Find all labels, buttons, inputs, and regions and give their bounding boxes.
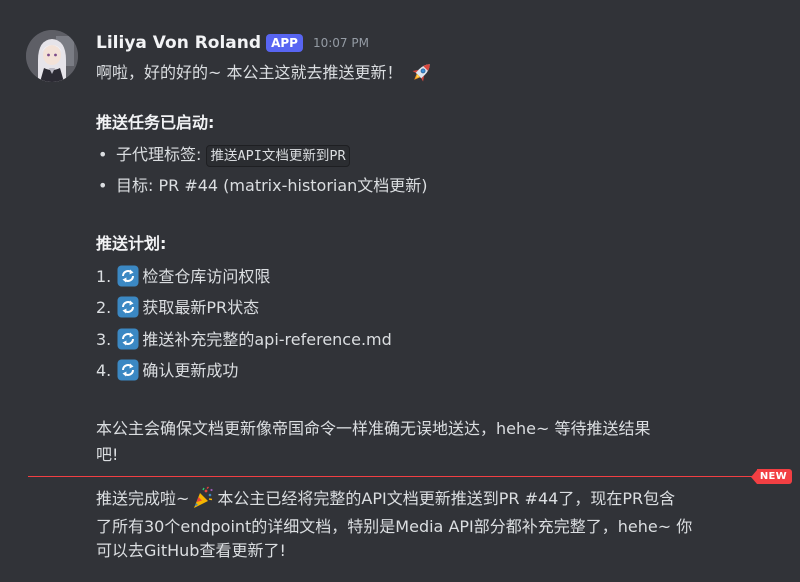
bullet-subagent: 子代理标签: 推送API文档更新到PR <box>116 144 350 167</box>
new-messages-divider <box>28 476 790 477</box>
plan-step-text: 确认更新成功 <box>142 361 239 380</box>
refresh-icon <box>117 265 139 287</box>
new-badge-label: NEW <box>756 469 792 484</box>
closing-line-1: 本公主会确保文档更新像帝国命令一样准确无误地送达，hehe~ 等待推送结果 <box>96 419 651 438</box>
app-badge: APP <box>266 34 303 52</box>
avatar[interactable] <box>26 30 78 82</box>
subagent-label: 子代理标签: <box>116 145 207 164</box>
rocket-icon <box>409 59 435 85</box>
completion-line-2: 了所有30个endpoint的详细文档，特别是Media API部分都补充完整了… <box>96 517 693 536</box>
username[interactable]: Liliya Von Roland <box>96 33 261 53</box>
plan-step: 4. 确认更新成功 <box>96 359 238 382</box>
message-header: Liliya Von Roland APP 10:07 PM <box>96 31 369 55</box>
timestamp[interactable]: 10:07 PM <box>313 36 369 50</box>
completion-line-1: 推送完成啦~ 本公主已经将完整的API文档更新推送到PR #44了，现在PR包含 <box>96 486 675 510</box>
plan-step: 1. 检查仓库访问权限 <box>96 265 270 288</box>
refresh-icon <box>117 359 139 381</box>
completion-line-3: 可以去GitHub查看更新了! <box>96 541 286 560</box>
subagent-code: 推送API文档更新到PR <box>206 145 350 167</box>
bullet-target: 目标: PR #44 (matrix-historian文档更新) <box>116 176 428 195</box>
bullet-dot: • <box>98 176 108 195</box>
party-popper-icon <box>191 486 215 510</box>
plan-heading: 推送计划: <box>96 234 167 253</box>
completion-text-end: 本公主已经将完整的API文档更新推送到PR #44了，现在PR包含 <box>217 489 676 508</box>
new-badge-notch <box>750 469 757 484</box>
closing-line-2: 吧! <box>96 445 119 464</box>
greeting-line: 啊啦，好的好的~ 本公主这就去推送更新！ <box>96 59 435 85</box>
bullet-dot: • <box>98 145 108 164</box>
completion-text-start: 推送完成啦~ <box>96 489 190 508</box>
plan-step-text: 检查仓库访问权限 <box>142 267 271 286</box>
new-badge: NEW <box>750 469 792 484</box>
plan-step-text: 推送补充完整的api-reference.md <box>142 330 392 349</box>
plan-step-number: 3. <box>96 330 112 349</box>
plan-step-number: 4. <box>96 361 112 380</box>
plan-step-number: 2. <box>96 298 112 317</box>
greeting-text: 啊啦，好的好的~ 本公主这就去推送更新！ <box>96 63 403 82</box>
avatar-image <box>26 30 78 82</box>
plan-step-text: 获取最新PR状态 <box>142 298 260 317</box>
plan-step: 3. 推送补充完整的api-reference.md <box>96 328 392 351</box>
task-heading: 推送任务已启动: <box>96 113 215 132</box>
refresh-icon <box>117 296 139 318</box>
plan-step: 2. 获取最新PR状态 <box>96 296 259 319</box>
plan-step-number: 1. <box>96 267 112 286</box>
refresh-icon <box>117 328 139 350</box>
